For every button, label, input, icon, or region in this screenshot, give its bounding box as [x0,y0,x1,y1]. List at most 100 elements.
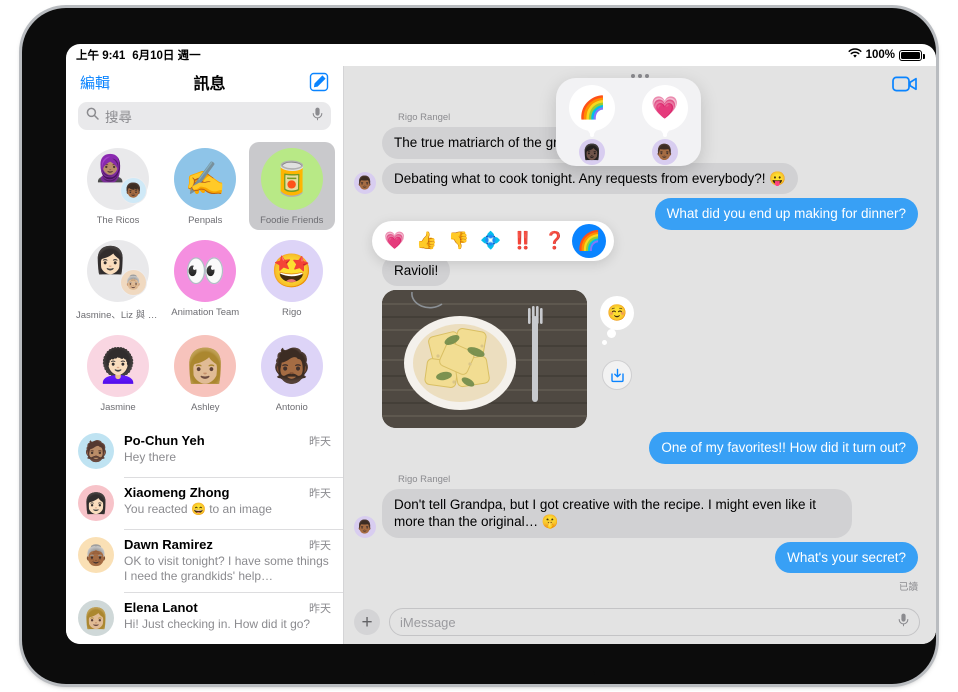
avatar: 👨🏾 [354,172,376,195]
outgoing-message-bubble[interactable]: One of my favorites!! How did it turn ou… [649,432,918,464]
list-item-header: Po-Chun Yeh 昨天 [124,433,331,449]
avatar: 👵🏾 [78,537,114,573]
pinned-conversation-label: Foodie Friends [260,215,324,226]
pinned-conversation-label: Antonio [275,402,308,413]
conversation-name: Xiaomeng Zhong [124,485,230,500]
avatar: 🧕🏽 👦🏾 [87,148,149,210]
list-item-header: Elena Lanot 昨天 [124,600,331,616]
wifi-icon [848,48,862,62]
list-item-header: Dawn Ramirez 昨天 [124,537,331,553]
conversation-preview: Hey there [124,450,177,464]
imessage-input[interactable]: iMessage [389,608,920,636]
status-time: 上午 9:41 [76,50,126,62]
ipad-device-frame: 上午 9:41 6月10日 週一 100% 編輯 訊息 搜尋 🧕🏽 👦🏾 The… [22,8,936,684]
outgoing-message-bubble[interactable]: What's your secret? [775,541,918,574]
reaction-emoji: 💗 [641,85,688,131]
incoming-message-bubble[interactable]: Debating what to cook tonight. Any reque… [382,162,799,195]
tapback-heart-icon[interactable]: 💗 [380,226,410,256]
tapback-rainbow-icon[interactable]: 🌈 [572,224,606,258]
avatar: 🤩 [260,240,323,302]
avatar: 🧔🏾 [260,335,323,397]
edit-button[interactable]: 編輯 [80,72,110,93]
conversation-name: Po-Chun Yeh [124,433,205,448]
message-thread: Rigo Rangel The true matriarch of the gro… [344,66,936,644]
message-row: 👨🏾 Don't tell Grandpa, but I got creative… [354,488,918,538]
save-to-photos-icon[interactable] [602,360,632,391]
avatar-spacer [354,264,376,286]
add-attachment-button[interactable]: + [354,609,380,635]
conversation-timestamp: 昨天 [309,603,331,615]
avatar: 👨🏾 [354,515,376,538]
status-bar-left: 上午 9:41 6月10日 週一 [76,47,201,63]
search-container: 搜尋 [66,96,343,138]
video-camera-icon[interactable] [892,75,918,98]
avatar: 👀 [174,240,237,302]
message-sender-name: Rigo Rangel [398,473,451,485]
search-placeholder: 搜尋 [105,110,132,125]
pinned-conversation-2[interactable]: ✍️ Penpals [162,142,249,230]
status-bar-right: 100% [848,48,925,62]
pinned-conversation-label: Jasmine [100,402,136,413]
incoming-message-bubble[interactable]: Don't tell Grandpa, but I got creative w… [382,488,852,538]
avatar-spacer [354,406,376,428]
message-row: What's your secret? [354,541,918,574]
message-row: 👨🏾 Debating what to cook tonight. Any req… [354,162,918,195]
home-indicator[interactable] [363,671,595,676]
conversation-preview: You reacted 😄 to an image [124,502,272,516]
battery-icon [899,49,925,61]
conversation-preview: OK to visit tonight? I have some things … [124,554,329,583]
reaction-emoji: 🌈 [569,85,616,131]
pinned-conversation-1[interactable]: 🧕🏽 👦🏾 The Ricos [74,142,162,230]
conversation-timestamp: 昨天 [309,540,331,552]
avatar: ✍️ [174,148,237,210]
list-item[interactable]: 👩🏼 Elena Lanot 昨天 Hi! Just checking in. How… [66,592,343,644]
search-icon [86,107,99,125]
tapback-question-icon[interactable]: ❓ [540,226,570,256]
conversation-preview: Hi! Just checking in. How did it go? [124,617,311,631]
sticker-reaction[interactable]: ☺️ [600,296,634,346]
pinned-conversation-label: The Ricos [96,215,140,226]
avatar: 🧔🏽 [78,433,114,469]
tapback-haha-icon[interactable]: 💠 [476,226,506,256]
pinned-conversation-7[interactable]: 👩🏻‍🦱 Jasmine [74,329,162,417]
app-body: 編輯 訊息 搜尋 🧕🏽 👦🏾 The Ricos ✍️ Penpals 🥫 Fo… [66,66,936,644]
pinned-conversation-label: Ashley [190,402,220,413]
reaction-summary-item-2[interactable]: 💗 👨🏾 [641,85,688,165]
pinned-conversation-3[interactable]: 🥫 Foodie Friends [248,142,335,230]
tapback-thumbs-up-icon[interactable]: 👍 [412,226,442,256]
pinned-conversation-6[interactable]: 🤩 Rigo [249,234,336,325]
reaction-summary-item-1[interactable]: 🌈 👩🏿 [569,85,616,165]
list-item[interactable]: 👩🏻 Xiaomeng Zhong 昨天 You reacted 😄 to an im… [66,477,343,529]
pinned-conversation-label: Rigo [281,307,302,318]
tapback-picker[interactable]: 💗 👍 👎 💠 ‼️ ❓ 🌈 [372,221,614,261]
pinned-conversation-8[interactable]: 👩🏼 Ashley [162,329,249,417]
ravioli-photo[interactable] [382,290,587,429]
pinned-conversation-9[interactable]: 🧔🏾 Antonio [249,329,336,417]
search-input[interactable]: 搜尋 [78,102,331,130]
avatar-spacer [354,137,376,159]
group-avatar-secondary: 👦🏾 [120,177,147,204]
sidebar-header: 編輯 訊息 [66,66,343,96]
sidebar-scroll-area[interactable]: 🧕🏽 👦🏾 The Ricos ✍️ Penpals 🥫 Foodie Friends 👩🏻 👵… [66,138,343,644]
page-title: 訊息 [193,76,226,93]
pinned-conversations-grid: 🧕🏽 👦🏾 The Ricos ✍️ Penpals 🥫 Foodie Friends 👩🏻 👵… [66,138,343,425]
list-item[interactable]: 🧔🏽 Po-Chun Yeh 昨天 Hey there [66,425,343,477]
message-row: One of my favorites!! How did it turn ou… [354,432,918,464]
reaction-summary-popover[interactable]: 🌈 👩🏿 💗 👨🏾 [556,78,701,166]
list-item-body: Po-Chun Yeh 昨天 Hey there [124,433,331,465]
messages-sidebar: 編輯 訊息 搜尋 🧕🏽 👦🏾 The Ricos ✍️ Penpals 🥫 Fo… [66,66,344,644]
list-item[interactable]: 👵🏾 Dawn Ramirez 昨天 OK to visit tonight? I h… [66,529,343,592]
tapback-exclamation-icon[interactable]: ‼️ [508,226,538,256]
outgoing-message-bubble[interactable]: What did you end up making for dinner? [654,198,918,230]
tapback-thumbs-down-icon[interactable]: 👎 [444,226,474,256]
compose-icon[interactable] [309,72,329,92]
messages-list[interactable]: Rigo Rangel The true matriarch of the gro… [344,106,936,600]
conversation-list: 🧔🏽 Po-Chun Yeh 昨天 Hey there 👩🏻 Xiaomeng Zhong… [66,425,343,644]
photo-message[interactable]: ☺️ [382,290,634,429]
microphone-icon[interactable] [898,613,909,632]
pinned-conversation-4[interactable]: 👩🏻 👵🏼 Jasmine、Liz 與 Rigo [74,234,162,325]
pinned-conversation-5[interactable]: 👀 Animation Team [162,234,249,325]
conversation-name: Dawn Ramirez [124,537,213,552]
microphone-icon[interactable] [312,107,323,126]
conversation-timestamp: 昨天 [309,436,331,448]
